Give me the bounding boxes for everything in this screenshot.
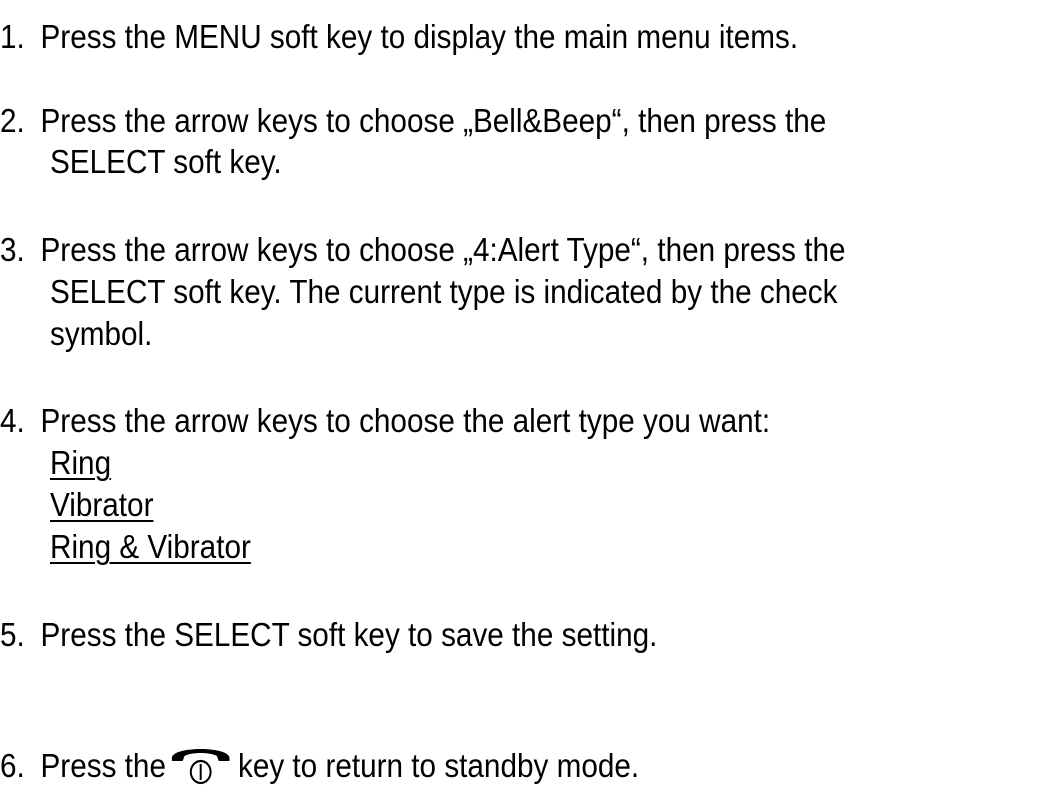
step-text: Press the arrow keys to choose the alert…	[40, 402, 771, 439]
step-5: 5. Press the SELECT soft key to save the …	[0, 615, 657, 655]
step-text: Press the arrow keys to choose „4:Alert …	[40, 231, 846, 268]
step-2-continuation: SELECT soft key.	[50, 143, 282, 180]
step-text-after-icon: key to return to standby mode.	[237, 747, 640, 784]
step-1: 1. Press the MENU soft key to display the…	[0, 17, 798, 57]
step-text: Press the MENU soft key to display the m…	[40, 18, 799, 55]
step-text: Press the arrow keys to choose „Bell&Bee…	[40, 102, 827, 139]
step-number: 6.	[0, 747, 25, 784]
alert-option-vibrator: Vibrator	[50, 486, 154, 523]
step-text: Press the SELECT soft key to save the se…	[40, 616, 658, 653]
instruction-document: 1. Press the MENU soft key to display the…	[0, 0, 1052, 808]
step-number: 1.	[0, 18, 25, 55]
step-number: 3.	[0, 231, 25, 268]
phone-end-key-icon	[170, 745, 233, 785]
step-3-continuation: SELECT soft key. The current type is ind…	[50, 273, 838, 310]
step-number: 5.	[0, 616, 25, 653]
step-number: 2.	[0, 102, 25, 139]
step-3: 3. Press the arrow keys to choose „4:Aler…	[0, 230, 846, 270]
alert-option-ring-vibrator: Ring & Vibrator	[50, 528, 251, 565]
step-2: 2. Press the arrow keys to choose „Bell&B…	[0, 101, 826, 141]
step-6: 6. Press the key to return to standby mod…	[0, 745, 639, 786]
step-text-before-icon: Press the	[40, 747, 166, 784]
step-3-continuation: symbol.	[50, 315, 153, 352]
step-4: 4. Press the arrow keys to choose the ale…	[0, 401, 770, 441]
step-number: 4.	[0, 402, 25, 439]
alert-option-ring: Ring	[50, 444, 112, 481]
